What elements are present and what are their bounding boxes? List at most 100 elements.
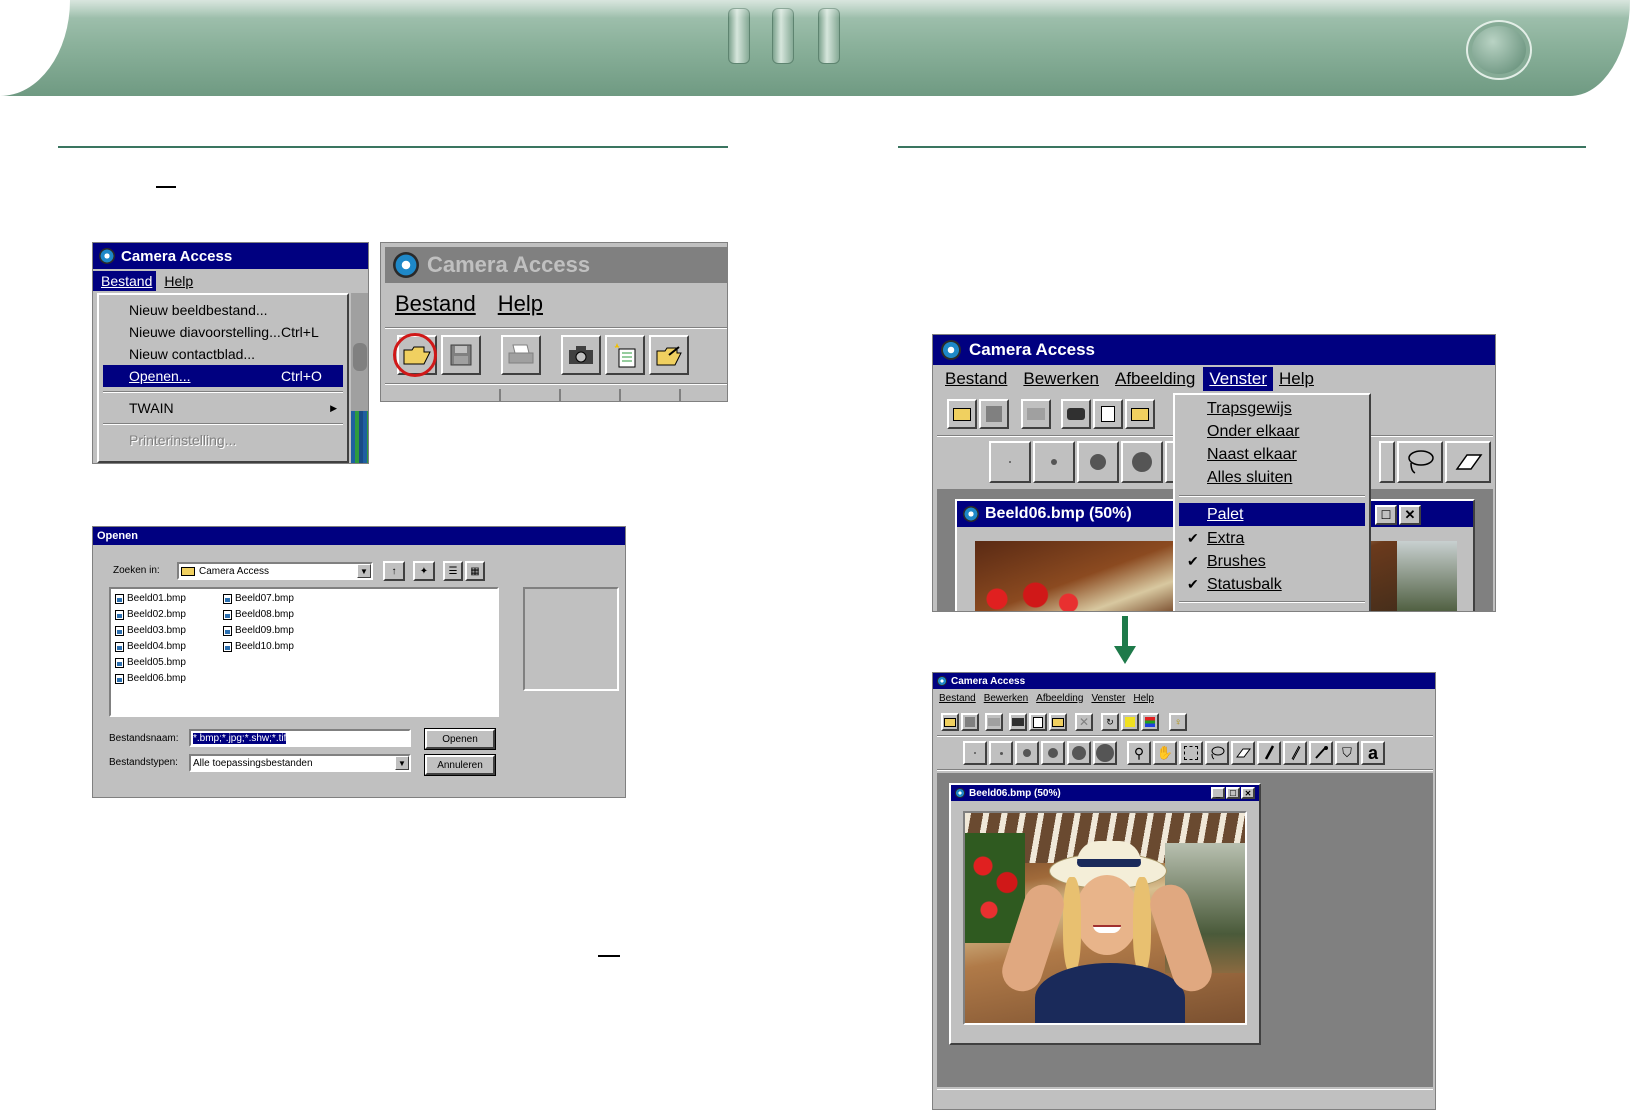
menu-afbeelding[interactable]: Afbeelding: [1036, 693, 1083, 704]
hand-tool-button[interactable]: ✋: [1153, 741, 1177, 765]
help-button[interactable]: ♀: [1169, 713, 1187, 731]
new-album-button[interactable]: [1029, 713, 1047, 731]
list-view-button[interactable]: ☰: [443, 561, 463, 581]
look-in-combo[interactable]: Camera Access ▼: [177, 562, 373, 580]
new-album-button[interactable]: [605, 335, 645, 375]
file-item[interactable]: Beeld03.bmp: [115, 625, 186, 636]
menu-item-brushes[interactable]: ✔ Brushes: [1179, 550, 1365, 573]
brush-size-4[interactable]: [1041, 741, 1065, 765]
camera-button[interactable]: [1061, 399, 1091, 429]
menu-item-openen[interactable]: Openen... Ctrl+O: [103, 365, 343, 387]
open-button[interactable]: [947, 399, 977, 429]
file-item[interactable]: Beeld04.bmp: [115, 641, 186, 652]
eyedropper-tool-button[interactable]: [1309, 741, 1333, 765]
brush-size-3[interactable]: [1015, 741, 1039, 765]
file-item[interactable]: Beeld01.bmp: [115, 593, 186, 604]
dropdown-arrow-icon[interactable]: ▼: [357, 564, 371, 578]
maximize-button[interactable]: ☐: [1375, 505, 1397, 525]
save-button[interactable]: [441, 335, 481, 375]
brush-size-2[interactable]: [1033, 441, 1075, 483]
brush-size-5[interactable]: [1067, 741, 1091, 765]
details-view-button[interactable]: ▦: [465, 561, 485, 581]
file-item[interactable]: Beeld06.bmp: [115, 673, 186, 684]
brush-size-3[interactable]: [1077, 441, 1119, 483]
menu-item-extra[interactable]: ✔ Extra: [1179, 527, 1365, 550]
print-button[interactable]: [1021, 399, 1051, 429]
menu-bewerken[interactable]: Bewerken: [984, 693, 1028, 704]
menu-bestand[interactable]: Bestand: [939, 693, 976, 704]
menu-item-palet[interactable]: Palet: [1179, 503, 1365, 526]
menu-bestand[interactable]: Bestand: [93, 271, 157, 291]
minimize-button[interactable]: _: [1211, 787, 1225, 799]
menu-item-trapsgewijs[interactable]: Trapsgewijs: [1179, 397, 1365, 420]
filename-input[interactable]: *.bmp;*.jpg;*.shw;*.tif: [189, 729, 411, 747]
save-button[interactable]: [961, 713, 979, 731]
export-button[interactable]: [1125, 399, 1155, 429]
filetype-select[interactable]: Alle toepassingsbestanden ▼: [189, 754, 411, 772]
close-button[interactable]: ✕: [1241, 787, 1255, 799]
cancel-button[interactable]: Annuleren: [425, 755, 495, 775]
menu-afbeelding[interactable]: Afbeelding: [1107, 367, 1203, 391]
select-tool-button[interactable]: [1379, 441, 1395, 483]
file-item[interactable]: Beeld10.bmp: [223, 641, 294, 652]
camera-button[interactable]: [561, 335, 601, 375]
menu-help[interactable]: Help: [156, 271, 201, 291]
lasso-tool-button[interactable]: [1205, 741, 1229, 765]
file-item[interactable]: Beeld07.bmp: [223, 593, 294, 604]
open-button[interactable]: [941, 713, 959, 731]
color-button[interactable]: [1121, 713, 1139, 731]
menu-help[interactable]: Help: [498, 291, 543, 317]
menu-help[interactable]: Help: [1273, 367, 1320, 391]
brush-size-1[interactable]: [989, 441, 1031, 483]
rotate-button[interactable]: ↻: [1101, 713, 1119, 731]
file-item[interactable]: Beeld08.bmp: [223, 609, 294, 620]
eraser-tool-button[interactable]: [1231, 741, 1255, 765]
print-button[interactable]: [501, 335, 541, 375]
new-folder-button[interactable]: ✦: [413, 561, 435, 581]
menu-bewerken[interactable]: Bewerken: [1015, 367, 1107, 391]
print-button[interactable]: [985, 713, 1003, 731]
menu-venster[interactable]: Venster: [1091, 693, 1125, 704]
zoom-tool-button[interactable]: ⚲: [1127, 741, 1151, 765]
select-tool-button[interactable]: [1179, 741, 1203, 765]
maximize-button[interactable]: ☐: [1226, 787, 1240, 799]
menu-item-nieuwe-diavoorstelling[interactable]: Nieuwe diavoorstelling... Ctrl+L: [103, 321, 343, 343]
brush-size-1[interactable]: [963, 741, 987, 765]
file-item[interactable]: Beeld05.bmp: [115, 657, 186, 668]
delete-button[interactable]: ✕: [1075, 713, 1093, 731]
camera-button[interactable]: [1009, 713, 1027, 731]
brush-size-6[interactable]: [1093, 741, 1117, 765]
menu-help[interactable]: Help: [1133, 693, 1154, 704]
up-folder-button[interactable]: ↑: [383, 561, 405, 581]
hand-icon: ✋: [1156, 745, 1174, 760]
bitmap-file-icon: [115, 625, 124, 636]
save-button[interactable]: [979, 399, 1009, 429]
brush-size-4[interactable]: [1121, 441, 1163, 483]
brush-tool-button[interactable]: [1257, 741, 1281, 765]
menu-item-onder-elkaar[interactable]: Onder elkaar: [1179, 420, 1365, 443]
open-button[interactable]: Openen: [425, 729, 495, 749]
new-album-button[interactable]: [1093, 399, 1123, 429]
menu-item-naast-elkaar[interactable]: Naast elkaar: [1179, 443, 1365, 466]
menu-bestand[interactable]: Bestand: [933, 367, 1015, 391]
brush-size-2[interactable]: [989, 741, 1013, 765]
close-button[interactable]: ✕: [1399, 505, 1421, 525]
menu-item-nieuw-beeldbestand[interactable]: Nieuw beeldbestand...: [103, 299, 343, 321]
export-folder-button[interactable]: [649, 335, 689, 375]
menu-item-statusbalk[interactable]: ✔ Statusbalk: [1179, 573, 1365, 596]
palette-button[interactable]: [1141, 713, 1159, 731]
eraser-tool-button[interactable]: [1445, 441, 1491, 483]
menu-item-alles-sluiten[interactable]: Alles sluiten: [1179, 466, 1365, 489]
menu-venster[interactable]: Venster: [1203, 367, 1273, 391]
lasso-tool-button[interactable]: [1397, 441, 1443, 483]
menu-item-twain[interactable]: TWAIN ▶: [103, 397, 343, 419]
file-item[interactable]: Beeld02.bmp: [115, 609, 186, 620]
menu-item-nieuw-contactblad[interactable]: Nieuw contactblad...: [103, 343, 343, 365]
file-item[interactable]: Beeld09.bmp: [223, 625, 294, 636]
export-button[interactable]: [1049, 713, 1067, 731]
dropdown-arrow-icon[interactable]: ▼: [395, 756, 409, 770]
pencil-tool-button[interactable]: [1283, 741, 1307, 765]
fill-tool-button[interactable]: ⛉: [1335, 741, 1359, 765]
menu-bestand[interactable]: Bestand: [395, 291, 476, 317]
text-tool-button[interactable]: a: [1361, 741, 1385, 765]
